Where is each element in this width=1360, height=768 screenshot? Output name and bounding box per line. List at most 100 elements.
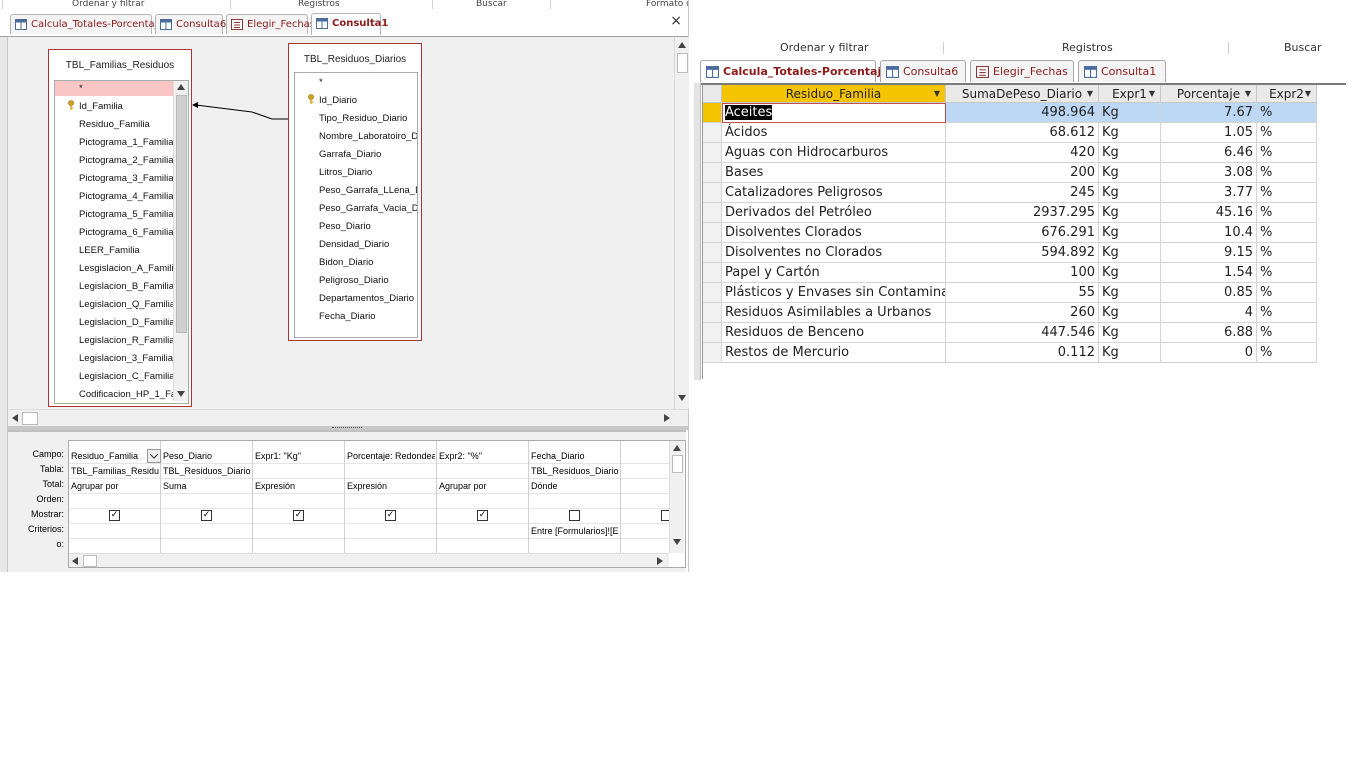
tab-elegir-fechas[interactable]: Elegir_Fechas [226,14,315,34]
grid-total[interactable]: Expresión [255,481,343,491]
show-checkbox[interactable]: ✓ [293,510,304,521]
cell-expr2[interactable]: % [1257,263,1317,283]
cell-suma-peso[interactable]: 245 [946,183,1099,203]
cell-suma-peso[interactable]: 200 [946,163,1099,183]
grid-tabla[interactable]: TBL_Residuos_Diarios [163,466,251,476]
cell-suma-peso[interactable]: 2937.295 [946,203,1099,223]
cell-expr1[interactable]: Kg [1099,123,1161,143]
cell-expr2[interactable]: % [1257,283,1317,303]
scroll-up-icon[interactable] [177,84,185,90]
field-item[interactable]: Pictograma_5_Familia [79,209,174,220]
cell-porcentaje[interactable]: 1.54 [1161,263,1257,283]
cell-residuo-familia[interactable]: Ácidos [722,123,946,143]
field-item[interactable]: Legislacion_B_Familia [79,281,174,292]
grid-column[interactable] [621,441,672,553]
cell-porcentaje[interactable]: 10.4 [1161,223,1257,243]
cell-expr2[interactable]: % [1257,323,1317,343]
record-selector[interactable] [703,343,722,363]
scroll-thumb[interactable] [672,455,683,473]
field-item[interactable]: Pictograma_2_Familia [79,155,174,166]
cell-expr2[interactable]: % [1257,143,1317,163]
cell-porcentaje[interactable]: 3.08 [1161,163,1257,183]
show-checkbox[interactable]: ✓ [477,510,488,521]
cell-residuo-familia[interactable]: Residuos Asimilables a Urbanos [722,303,946,323]
table-row[interactable]: Residuos de Benceno 447.546 Kg 6.88% [703,323,1317,343]
tab-elegir-fechas[interactable]: Elegir_Fechas [970,60,1074,82]
record-selector[interactable] [703,143,722,163]
cell-residuo-familia[interactable]: Derivados del Petróleo [722,203,946,223]
scroll-left-icon[interactable] [72,557,78,565]
cell-suma-peso[interactable]: 420 [946,143,1099,163]
cell-expr2[interactable]: % [1257,203,1317,223]
grid-column[interactable]: Peso_Diario TBL_Residuos_Diarios Suma ✓ [161,441,253,553]
field-item[interactable]: Peso_Garrafa_Vacia_Dia [319,203,417,214]
cell-suma-peso[interactable]: 68.612 [946,123,1099,143]
field-item[interactable]: Legislacion_C_Familia [79,371,175,382]
new-record-row[interactable] [703,363,1317,377]
record-selector[interactable] [703,103,722,123]
grid-campo[interactable]: Porcentaje: Redondea [347,451,435,461]
scroll-thumb[interactable] [83,555,97,567]
grid-total[interactable]: Agrupar por [71,481,159,491]
cell-expr2[interactable]: % [1257,163,1317,183]
field-item[interactable]: Pictograma_6_Familia [79,227,174,238]
field-item[interactable]: Pictograma_1_Familia [79,137,174,148]
cell-porcentaje[interactable]: 4 [1161,303,1257,323]
cell-expr1[interactable]: Kg [1099,243,1161,263]
column-header-porcentaje[interactable]: Porcentaje ▼ [1161,85,1257,103]
table-row[interactable]: Bases 200 Kg 3.08% [703,163,1317,183]
scroll-down-icon[interactable] [177,391,185,397]
scroll-up-icon[interactable] [673,445,681,451]
field-item[interactable]: Lesgislacion_A_Familia [79,263,179,274]
column-header-sumadepeso-diario[interactable]: SumaDePeso_Diario ▼ [946,85,1099,103]
field-item[interactable]: Peso_Garrafa_LLena_Dia [319,185,417,196]
table-box-residuos-diarios[interactable]: TBL_Residuos_Diarios * Id_Diario Tipo_Re… [288,43,422,341]
grid-tabla[interactable]: TBL_Familias_Residuo [71,466,159,476]
column-header-expr1[interactable]: Expr1 ▼ [1099,85,1161,103]
record-selector[interactable] [703,183,722,203]
cell-suma-peso[interactable]: 100 [946,263,1099,283]
record-selector[interactable] [703,163,722,183]
table-row[interactable]: Plásticos y Envases sin Contaminar 55 Kg 0.… [703,283,1317,303]
cell-residuo-familia[interactable]: Catalizadores Peligrosos [722,183,946,203]
column-header-residuo-familia[interactable]: Residuo_Familia ▼ [722,85,946,103]
cell-expr2[interactable]: % [1257,223,1317,243]
show-checkbox[interactable] [569,510,580,521]
cell-porcentaje[interactable]: 7.67 [1161,103,1257,123]
navigation-pane-edge[interactable] [694,83,701,380]
grid-horizontal-scrollbar[interactable] [69,553,669,567]
field-item[interactable]: Pictograma_3_Familia [79,173,174,184]
table-row[interactable]: Restos de Mercurio 0.112 Kg 0% [703,343,1317,363]
design-vertical-scrollbar[interactable] [674,37,689,409]
cell-porcentaje[interactable]: 3.77 [1161,183,1257,203]
table-row[interactable]: Aceites 498.964 Kg 7.67% [703,103,1317,123]
cell-porcentaje[interactable]: 9.15 [1161,243,1257,263]
field-item[interactable]: Departamentos_Diario [319,293,414,304]
field-item[interactable]: Bidon_Diario [319,257,373,268]
scroll-right-icon[interactable] [664,414,670,422]
record-selector[interactable] [703,203,722,223]
field-item[interactable]: Legislacion_R_Familia [79,335,175,346]
cell-suma-peso[interactable]: 260 [946,303,1099,323]
table-row[interactable]: Residuos Asimilables a Urbanos 260 Kg 4% [703,303,1317,323]
grid-total[interactable]: Suma [163,481,251,491]
record-selector[interactable] [703,323,722,343]
scroll-left-icon[interactable] [12,414,18,422]
scroll-thumb[interactable] [677,53,688,73]
tab-consulta6[interactable]: Consulta6 [155,14,226,34]
dropdown-arrow-icon[interactable]: ▼ [1305,85,1311,103]
tab-consulta1[interactable]: Consulta1 [1078,60,1166,82]
cell-residuo-familia[interactable]: Aguas con Hidrocarburos [722,143,946,163]
dropdown-arrow-icon[interactable]: ▼ [1149,85,1155,103]
cell-suma-peso[interactable]: 676.291 [946,223,1099,243]
grid-total[interactable]: Agrupar por [439,481,527,491]
record-selector[interactable] [703,223,722,243]
cell-porcentaje[interactable]: 6.88 [1161,323,1257,343]
tab-calcula-totales-porcentajes[interactable]: Calcula_Totales-Porcentajes [10,14,169,34]
field-item[interactable]: Litros_Diario [319,167,372,178]
design-horizontal-scrollbar[interactable] [8,409,688,426]
scroll-down-icon[interactable] [673,539,681,545]
cell-expr1[interactable]: Kg [1099,303,1161,323]
cell-residuo-familia[interactable]: Bases [722,163,946,183]
field-item[interactable]: * [319,77,323,88]
